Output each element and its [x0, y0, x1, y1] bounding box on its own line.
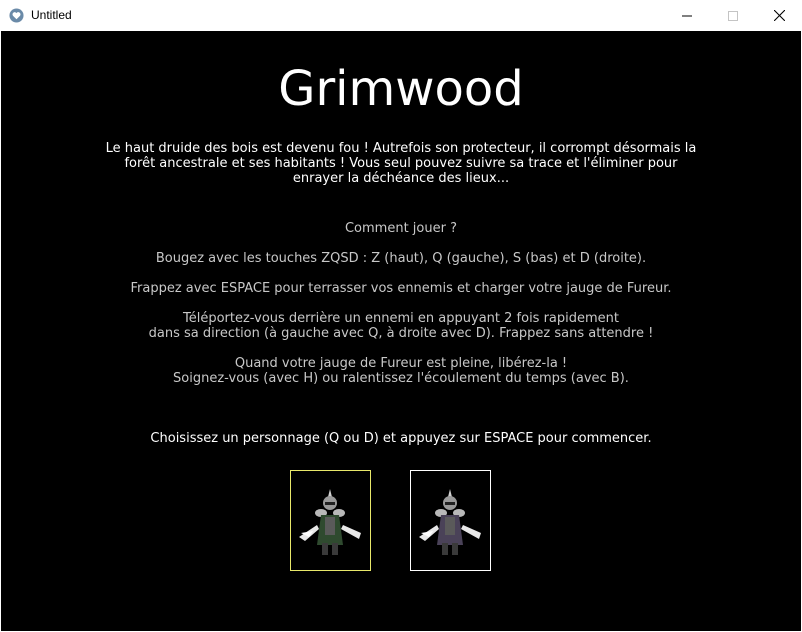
- purple-warrior-sprite: [419, 489, 481, 555]
- game-canvas[interactable]: Grimwood Le haut druide des bois est dev…: [1, 31, 801, 631]
- close-icon: [773, 10, 785, 21]
- how-to-fury: Quand votre jauge de Fureur est pleine, …: [173, 356, 629, 386]
- window-title: Untitled: [31, 8, 72, 22]
- character-option-1[interactable]: [290, 470, 371, 571]
- green-warrior-sprite: [299, 489, 361, 555]
- character-option-2[interactable]: [410, 470, 491, 571]
- how-to-title: Comment jouer ?: [344, 221, 457, 236]
- choose-character-prompt: Choisissez un personnage (Q ou D) et app…: [150, 431, 652, 446]
- minimize-button[interactable]: [664, 0, 710, 31]
- how-to-attack: Frappez avec ESPACE pour terrasser vos e…: [130, 281, 672, 296]
- how-to-play: Comment jouer ? Bougez avec les touches …: [1, 221, 801, 401]
- app-icon: [9, 8, 24, 23]
- close-button[interactable]: [756, 0, 802, 31]
- how-to-move: Bougez avec les touches ZQSD : Z (haut),…: [155, 251, 647, 266]
- how-to-teleport: Téléportez-vous derrière un ennemi en ap…: [148, 311, 654, 341]
- minimize-icon: [682, 15, 692, 16]
- maximize-icon: [728, 10, 738, 21]
- maximize-button[interactable]: [710, 0, 756, 31]
- intro-text: Le haut druide des bois est devenu fou !…: [105, 141, 697, 186]
- game-title: Grimwood: [278, 61, 524, 117]
- window-titlebar: Untitled: [0, 0, 802, 31]
